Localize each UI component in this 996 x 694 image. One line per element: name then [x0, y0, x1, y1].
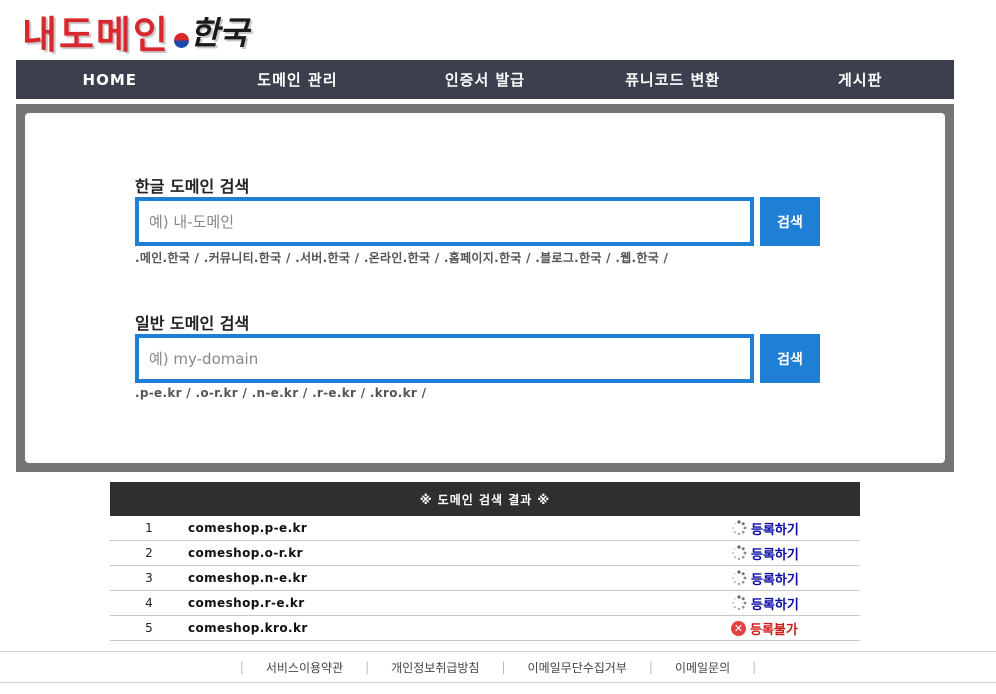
table-row: 1 comeshop.p-e.kr 등록하기	[110, 516, 860, 541]
results-table: ※ 도메인 검색 결과 ※ 1 comeshop.p-e.kr 등록하기 2 c…	[110, 482, 860, 641]
footer-separator: |	[648, 660, 653, 674]
footer-separator: |	[239, 660, 244, 674]
loading-spinner-icon	[732, 545, 747, 561]
register-link[interactable]: 등록하기	[731, 594, 859, 613]
unavailable-status: ✕ 등록불가	[731, 619, 859, 638]
register-link[interactable]: 등록하기	[731, 544, 859, 563]
korean-search-input[interactable]	[135, 197, 754, 246]
table-row: 3 comeshop.n-e.kr 등록하기	[110, 565, 860, 591]
loading-spinner-icon	[732, 570, 747, 586]
korean-search-row: 검색	[135, 197, 835, 246]
error-x-icon: ✕	[731, 620, 746, 636]
register-label: 등록하기	[751, 597, 799, 613]
logo-text-main: 내도메인	[22, 11, 170, 57]
main-nav: HOME 도메인 관리 인증서 발급 퓨니코드 변환 게시판	[16, 60, 954, 99]
unavailable-label: 등록불가	[750, 622, 798, 638]
korean-search-button[interactable]: 검색	[760, 197, 820, 246]
register-link[interactable]: 등록하기	[731, 519, 859, 538]
general-domain-search: 일반 도메인 검색 검색 .p-e.kr / .o-r.kr / .n-e.kr…	[135, 310, 835, 400]
footer-privacy-link[interactable]: 개인정보취급방침	[391, 659, 479, 676]
search-panel: 한글 도메인 검색 검색 .메인.한국 / .커뮤니티.한국 / .서버.한국 …	[16, 104, 954, 472]
footer-terms-link[interactable]: 서비스이용약관	[266, 659, 343, 676]
general-search-title: 일반 도메인 검색	[135, 314, 250, 333]
footer-email-contact-link[interactable]: 이메일문의	[675, 659, 730, 676]
nav-domain-management[interactable]: 도메인 관리	[204, 69, 392, 90]
loading-spinner-icon	[732, 595, 747, 611]
row-domain: comeshop.p-e.kr	[188, 516, 730, 541]
register-label: 등록하기	[751, 547, 799, 563]
row-number: 5	[110, 615, 188, 641]
nav-home[interactable]: HOME	[16, 71, 204, 89]
general-search-button[interactable]: 검색	[760, 334, 820, 383]
nav-certificate[interactable]: 인증서 발급	[391, 69, 579, 90]
nav-board[interactable]: 게시판	[766, 69, 954, 90]
register-label: 등록하기	[751, 522, 799, 538]
results-header: ※ 도메인 검색 결과 ※	[110, 482, 860, 516]
nav-punycode[interactable]: 퓨니코드 변환	[579, 69, 767, 90]
site-logo[interactable]: 내도메인 한국	[22, 6, 249, 57]
row-number: 4	[110, 590, 188, 616]
register-link[interactable]: 등록하기	[731, 569, 859, 588]
general-tld-list: .p-e.kr / .o-r.kr / .n-e.kr / .r-e.kr / …	[135, 386, 427, 400]
table-row: 4 comeshop.r-e.kr 등록하기	[110, 590, 860, 616]
footer-email-refusal-link[interactable]: 이메일무단수집거부	[528, 659, 627, 676]
korean-search-title: 한글 도메인 검색	[135, 177, 250, 196]
row-domain: comeshop.o-r.kr	[188, 540, 730, 566]
taeguk-dot-icon	[173, 32, 189, 48]
logo-text-suffix: 한국	[189, 14, 249, 52]
row-domain: comeshop.r-e.kr	[188, 590, 730, 616]
footer-separator: |	[752, 660, 757, 674]
general-search-input[interactable]	[135, 334, 754, 383]
row-number: 1	[110, 516, 188, 541]
row-number: 2	[110, 540, 188, 566]
register-label: 등록하기	[751, 572, 799, 588]
row-domain: comeshop.n-e.kr	[188, 565, 730, 591]
table-row: 5 comeshop.kro.kr ✕ 등록불가	[110, 615, 860, 641]
footer-separator: |	[365, 660, 370, 674]
footer-separator: |	[501, 660, 506, 674]
general-search-row: 검색	[135, 334, 835, 383]
row-domain: comeshop.kro.kr	[188, 615, 730, 641]
korean-tld-list: .메인.한국 / .커뮤니티.한국 / .서버.한국 / .온라인.한국 / .…	[135, 251, 669, 265]
footer-links: | 서비스이용약관 | 개인정보취급방침 | 이메일무단수집거부 | 이메일문의…	[0, 651, 996, 683]
korean-domain-search: 한글 도메인 검색 검색 .메인.한국 / .커뮤니티.한국 / .서버.한국 …	[135, 173, 835, 266]
row-number: 3	[110, 565, 188, 591]
loading-spinner-icon	[732, 520, 747, 536]
search-panel-inner: 한글 도메인 검색 검색 .메인.한국 / .커뮤니티.한국 / .서버.한국 …	[25, 113, 945, 463]
table-row: 2 comeshop.o-r.kr 등록하기	[110, 540, 860, 566]
